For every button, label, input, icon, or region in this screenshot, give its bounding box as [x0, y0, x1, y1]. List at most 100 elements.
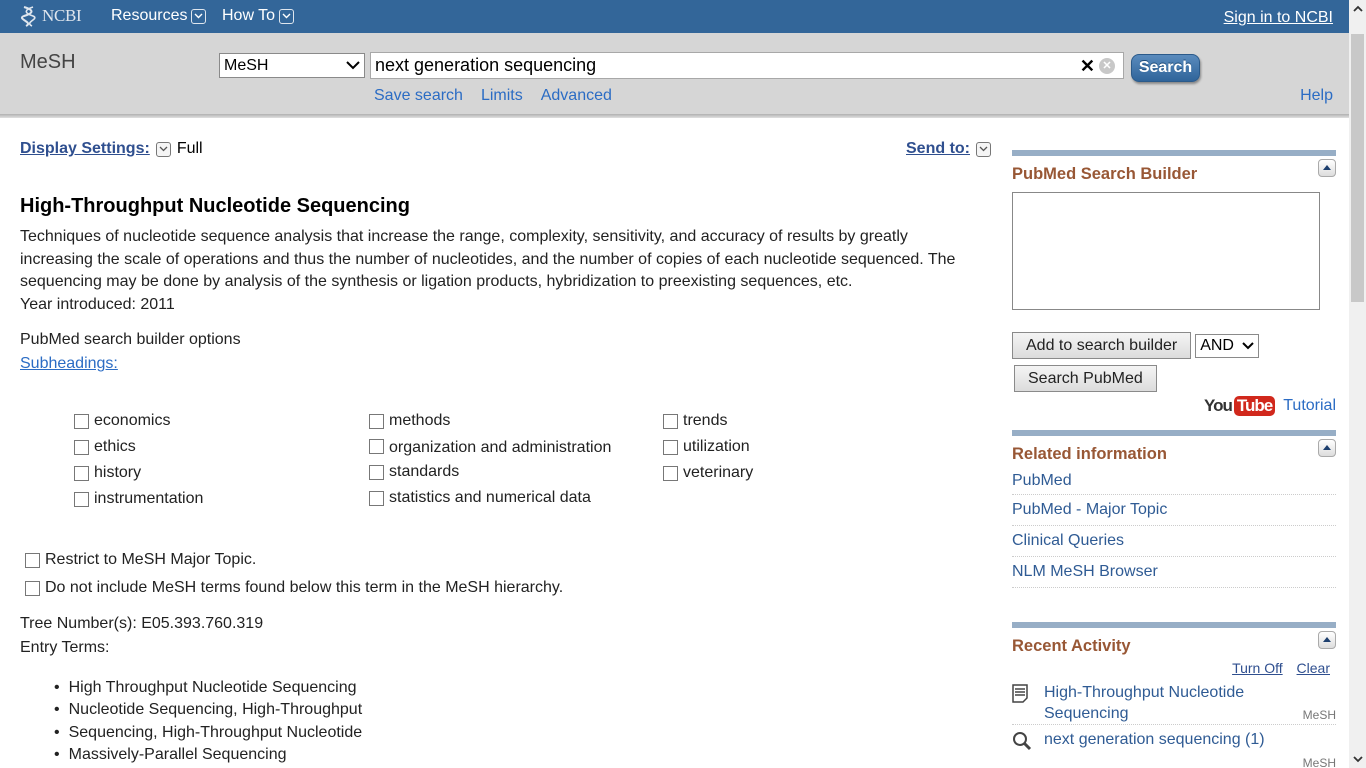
- chevron-down-icon: [279, 8, 295, 24]
- checkbox[interactable]: [369, 464, 384, 480]
- checkbox[interactable]: [663, 465, 678, 481]
- advanced-link[interactable]: Advanced: [541, 87, 612, 105]
- collapse-up-icon[interactable]: [1318, 630, 1336, 649]
- related-link-pubmed-major-topic[interactable]: PubMed - Major Topic: [1012, 501, 1167, 518]
- collapse-up-icon[interactable]: [1318, 438, 1336, 457]
- chevron-down-icon: [191, 8, 207, 24]
- collapse-up-icon[interactable]: [1318, 158, 1336, 177]
- display-settings-link[interactable]: Display Settings:: [20, 140, 150, 158]
- checkbox[interactable]: [663, 413, 678, 429]
- database-select-value: MeSH: [224, 56, 269, 74]
- no-explode-checkbox[interactable]: [25, 580, 40, 596]
- portlet-header: PubMed Search Builder: [1012, 158, 1336, 184]
- subheading-item[interactable]: utilization: [663, 434, 753, 460]
- search-button[interactable]: Search: [1131, 54, 1200, 82]
- subheading-item[interactable]: ethics: [74, 434, 203, 460]
- related-link-pubmed[interactable]: PubMed: [1012, 472, 1072, 489]
- related-information-title: Related information: [1012, 445, 1167, 463]
- portlet-header: Recent Activity: [1012, 630, 1336, 656]
- no-explode-label: Do not include MeSH terms found below th…: [45, 579, 564, 596]
- help-link[interactable]: Help: [1300, 87, 1333, 105]
- search-bar: MeSH MeSH ✕ ✕ Search Save search Limits …: [0, 33, 1349, 118]
- related-link-item: Clinical Queries: [1012, 526, 1336, 557]
- tutorial-link[interactable]: Tutorial: [1283, 397, 1336, 415]
- search-pubmed-button[interactable]: Search PubMed: [1014, 365, 1157, 392]
- chevron-down-icon[interactable]: [155, 141, 171, 157]
- recent-activity-item[interactable]: next generation sequencing (1) MeSH: [1012, 729, 1336, 768]
- tree-numbers: Tree Number(s): E05.393.760.319: [20, 615, 264, 632]
- subheading-item[interactable]: trends: [663, 408, 753, 434]
- scroll-up-arrow-icon[interactable]: [1349, 0, 1366, 17]
- recent-activity-portlet: Recent Activity Turn Off Clear High-Thro…: [1012, 622, 1336, 768]
- clear-x-icon[interactable]: ✕: [1080, 56, 1095, 77]
- subheading-item[interactable]: veterinary: [663, 460, 753, 486]
- related-link-clinical-queries[interactable]: Clinical Queries: [1012, 532, 1124, 549]
- search-builder-textarea[interactable]: [1012, 192, 1320, 310]
- scrollbar-thumb[interactable]: [1351, 34, 1364, 302]
- how-to-menu[interactable]: How To: [222, 7, 295, 25]
- subheading-label: ethics: [94, 438, 136, 455]
- checkbox[interactable]: [74, 439, 89, 455]
- operator-select-value: AND: [1200, 336, 1234, 354]
- database-select[interactable]: MeSH: [219, 53, 365, 78]
- display-format-value: Full: [176, 140, 203, 157]
- checkbox[interactable]: [369, 490, 384, 506]
- checkbox[interactable]: [74, 465, 89, 481]
- restrict-major-topic-option[interactable]: Restrict to MeSH Major Topic.: [25, 551, 256, 569]
- youtube-tube-text: Tube: [1233, 396, 1276, 416]
- recent-activity-db: MeSH: [1302, 708, 1336, 722]
- recent-activity-text[interactable]: next generation sequencing (1): [1044, 729, 1284, 756]
- ncbi-helix-icon: [21, 6, 36, 27]
- subheading-item[interactable]: organization and administration: [364, 434, 644, 459]
- subheading-label: methods: [389, 412, 451, 429]
- checkbox[interactable]: [369, 439, 384, 454]
- checkbox[interactable]: [369, 413, 384, 429]
- related-link-nlm-mesh-browser[interactable]: NLM MeSH Browser: [1012, 563, 1158, 580]
- subheading-item[interactable]: instrumentation: [74, 486, 203, 512]
- subheadings-link[interactable]: Subheadings:: [20, 355, 118, 373]
- subheading-label: utilization: [683, 438, 750, 455]
- turn-off-link[interactable]: Turn Off: [1232, 660, 1283, 676]
- sign-in-link[interactable]: Sign in to NCBI: [1224, 9, 1333, 27]
- page-scrollbar[interactable]: [1349, 0, 1366, 768]
- add-to-search-builder-button[interactable]: Add to search builder: [1012, 332, 1192, 359]
- resources-menu[interactable]: Resources: [111, 7, 207, 25]
- record-description: Techniques of nucleotide sequence analys…: [20, 228, 956, 290]
- subheading-label: standards: [389, 463, 460, 480]
- youtube-you-text: You: [1204, 396, 1233, 415]
- subheading-label: instrumentation: [94, 490, 204, 507]
- subheading-item[interactable]: standards: [364, 459, 644, 485]
- clear-link[interactable]: Clear: [1297, 660, 1330, 676]
- subheading-label: trends: [683, 412, 728, 429]
- search-icon: [1012, 729, 1044, 756]
- search-sublinks: Save search Limits Advanced: [374, 87, 630, 105]
- chevron-down-icon[interactable]: [976, 141, 991, 157]
- tutorial-row: You Tube Tutorial: [1012, 396, 1336, 416]
- checkbox[interactable]: [74, 491, 89, 507]
- builder-actions: Add to search builder AND: [1012, 332, 1336, 359]
- subheading-item[interactable]: methods: [364, 408, 644, 434]
- save-search-link[interactable]: Save search: [374, 87, 463, 105]
- recent-activity-item[interactable]: High-Throughput Nucleotide Sequencing Me…: [1012, 682, 1336, 725]
- clear-circle-icon[interactable]: ✕: [1099, 58, 1115, 74]
- subheading-item[interactable]: statistics and numerical data: [364, 485, 644, 511]
- restrict-major-topic-checkbox[interactable]: [25, 552, 40, 568]
- subheading-item[interactable]: economics: [74, 408, 203, 434]
- document-icon: [1012, 682, 1044, 724]
- ncbi-logo[interactable]: NCBI: [20, 5, 82, 27]
- subheadings-column-1: economics ethics history instrumentation: [74, 408, 203, 512]
- send-to: Send to:: [906, 140, 991, 158]
- youtube-logo-icon[interactable]: You Tube: [1204, 396, 1276, 416]
- checkbox[interactable]: [74, 413, 89, 429]
- send-to-link[interactable]: Send to:: [906, 140, 970, 158]
- checkbox[interactable]: [663, 439, 678, 455]
- operator-select[interactable]: AND: [1195, 333, 1260, 358]
- no-explode-option[interactable]: Do not include MeSH terms found below th…: [25, 579, 563, 597]
- database-title: MeSH: [20, 51, 76, 73]
- subheading-item[interactable]: history: [74, 460, 203, 486]
- portlet-divider: [1012, 150, 1336, 156]
- search-input[interactable]: [371, 53, 1071, 78]
- scroll-down-arrow-icon[interactable]: [1349, 751, 1366, 768]
- recent-activity-text[interactable]: High-Throughput Nucleotide Sequencing: [1044, 682, 1284, 724]
- limits-link[interactable]: Limits: [481, 87, 523, 105]
